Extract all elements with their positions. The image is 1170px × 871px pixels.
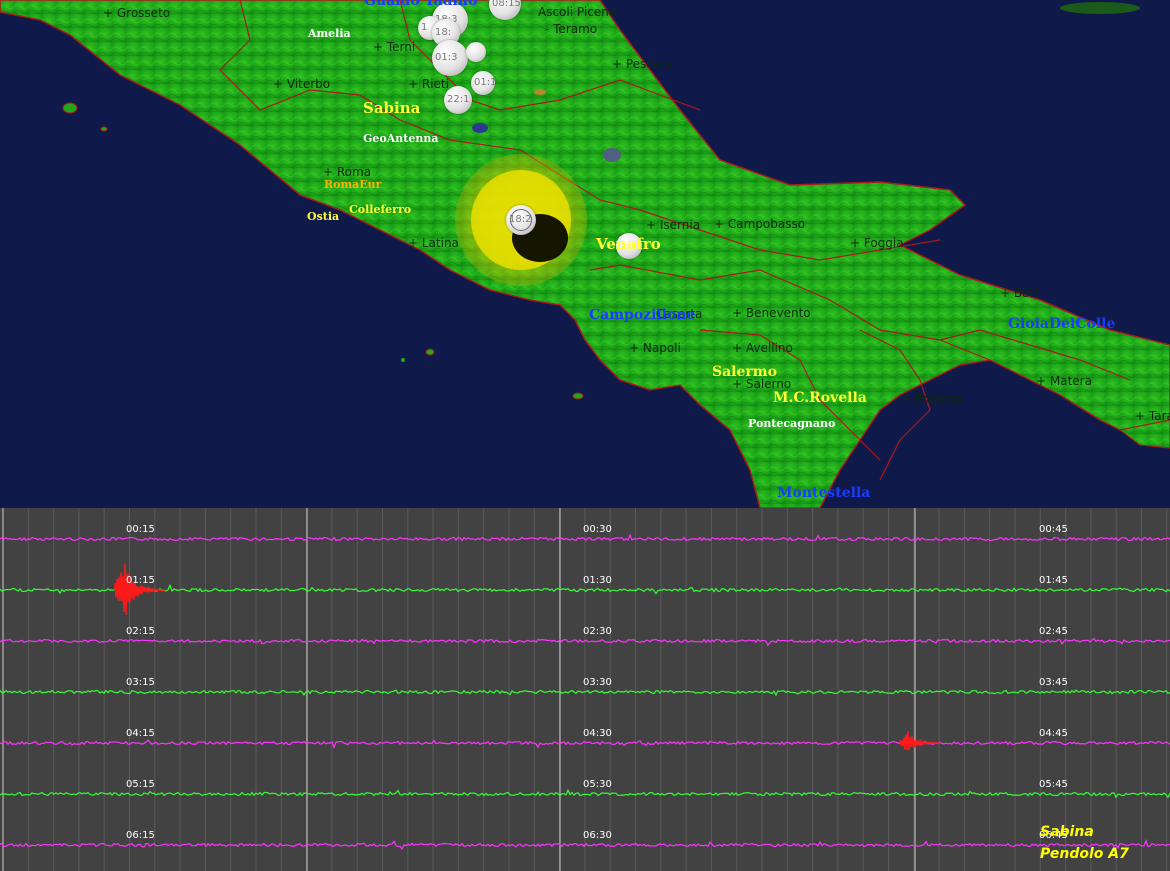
city-label: + Rieti (408, 77, 449, 91)
time-label: 03:15 (126, 677, 155, 688)
signature-sensor: Pendolo A7 (1040, 846, 1129, 862)
city-label: + Terni (373, 40, 416, 54)
station-label[interactable]: Ostia (307, 211, 339, 222)
city-label: + Napoli (629, 341, 681, 355)
time-label: 06:30 (583, 830, 612, 841)
station-label[interactable]: Gualdo Tadino (364, 0, 477, 8)
seismic-event (899, 731, 941, 751)
time-label: 04:45 (1039, 728, 1068, 739)
time-label: 02:45 (1039, 626, 1068, 637)
quake-time-label: 08:15 (492, 0, 521, 9)
signature-station: Sabina (1040, 824, 1094, 840)
time-label: 06:15 (126, 830, 155, 841)
seismogram-panel[interactable]: 00:15 00:30 00:45 01:15 01:30 01:45 02:15 02:30… (0, 508, 1170, 871)
city-label: + Pescara (612, 57, 673, 71)
city-label: Ascoli Piceno (538, 5, 617, 19)
time-label: 01:30 (583, 575, 612, 586)
station-label[interactable]: Amelia (308, 28, 351, 39)
time-label: 01:45 (1039, 575, 1068, 586)
city-label: + Matera (1036, 374, 1092, 388)
quake-time-label: 01:1 (474, 77, 497, 88)
time-label: 02:30 (583, 626, 612, 637)
time-label: 05:30 (583, 779, 612, 790)
time-label: 05:15 (126, 779, 155, 790)
time-label: 03:45 (1039, 677, 1068, 688)
seismic-map[interactable]: 18:3118:08:1501:301:122:118:2 + Grosseto… (0, 0, 1170, 508)
city-label: + Benevento (732, 306, 811, 320)
station-label[interactable]: GeoAntenna (363, 133, 438, 144)
city-label: + Bari (1000, 286, 1038, 300)
time-label: 00:15 (126, 524, 155, 535)
city-label: + Isernia (646, 218, 701, 232)
city-label: + Campobasso (714, 217, 806, 231)
time-label: 04:15 (126, 728, 155, 739)
station-label[interactable]: Colleferro (349, 204, 411, 215)
city-label: + Potenza (901, 392, 963, 406)
station-label[interactable]: RomaEur (324, 179, 381, 190)
main-quake-center-ring (510, 209, 532, 231)
station-label[interactable]: Venafro (596, 237, 661, 252)
city-label: - Teramo (545, 22, 598, 36)
station-label[interactable]: M.C.Rovella (773, 391, 867, 405)
quake-time-label: 18: (435, 27, 452, 38)
city-label: + Foggia (850, 236, 904, 250)
quake-time-label: 01:3 (435, 52, 458, 63)
time-label: 03:30 (583, 677, 612, 688)
city-label: + Viterbo (273, 77, 331, 91)
station-label[interactable]: Sabina (363, 101, 420, 116)
time-label: 02:15 (126, 626, 155, 637)
time-label: 00:45 (1039, 524, 1068, 535)
time-label: 01:15 (126, 575, 155, 586)
quake-marker[interactable] (466, 42, 486, 62)
station-label[interactable]: Salermo (712, 365, 777, 379)
city-label: + Avellino (732, 341, 793, 355)
city-label: + Tara (1135, 409, 1170, 423)
quake-time-label: 22:1 (447, 94, 470, 105)
station-label[interactable]: Montestella (777, 486, 870, 500)
seismic-event (114, 563, 166, 616)
city-label: + Roma (323, 165, 372, 179)
city-label: + Grosseto (103, 6, 171, 20)
station-label[interactable]: Pontecagnano (748, 418, 835, 429)
time-label: 00:30 (583, 524, 612, 535)
map-terrain (0, 0, 1170, 508)
quake-time-label: 1 (421, 22, 428, 33)
station-label[interactable]: GioiaDelColle (1008, 317, 1115, 331)
seismogram-traces (0, 508, 1170, 871)
city-label: + Latina (408, 236, 459, 250)
station-label[interactable]: Campozillone (589, 308, 695, 322)
time-label: 04:30 (583, 728, 612, 739)
time-label: 05:45 (1039, 779, 1068, 790)
